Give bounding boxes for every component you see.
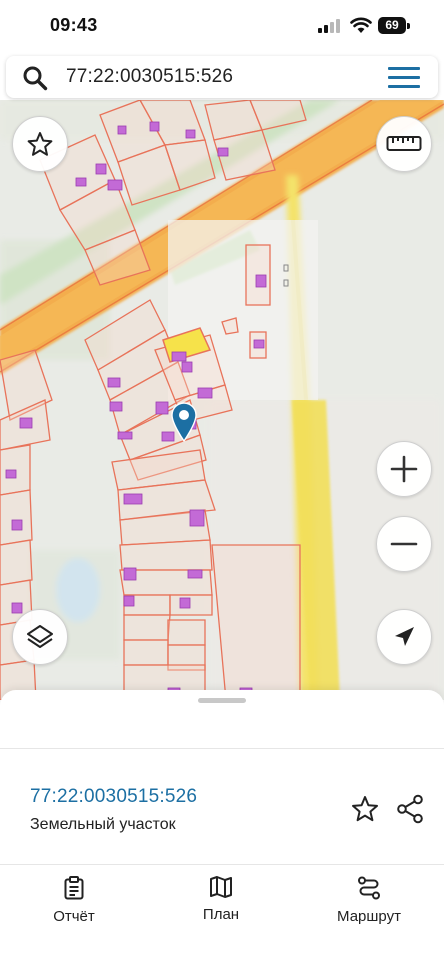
my-location-button[interactable]: [376, 609, 432, 665]
search-bar[interactable]: 77:22:0030515:526: [6, 56, 438, 98]
battery-level: 69: [385, 18, 399, 32]
ruler-button[interactable]: [376, 116, 432, 172]
tab-plan-label: План: [202, 906, 240, 923]
zoom-out-icon: [390, 542, 418, 546]
star-icon: [27, 132, 53, 156]
star-icon[interactable]: [350, 794, 380, 824]
map-plan-icon: [210, 876, 232, 898]
zoom-out-button[interactable]: [376, 516, 432, 572]
share-icon[interactable]: [396, 794, 424, 824]
sheet-drag-handle[interactable]: [198, 698, 246, 703]
ruler-icon: [386, 136, 422, 151]
layers-icon: [27, 625, 53, 648]
tab-route-label: Маршрут: [337, 908, 401, 925]
route-icon: [358, 876, 380, 900]
tab-report-label: Отчёт: [53, 908, 95, 925]
wifi-icon: [350, 17, 372, 33]
search-icon[interactable]: [22, 65, 48, 91]
layers-button[interactable]: [12, 609, 68, 665]
status-bar: 09:43 69: [0, 0, 444, 52]
report-clipboard-icon: [64, 876, 84, 900]
favorite-map-button[interactable]: [12, 116, 68, 172]
parcel-info-sheet[interactable]: 77:22:0030515:526 Земельный участок Отчё…: [0, 690, 444, 960]
divider: [0, 864, 444, 865]
status-time: 09:43: [50, 15, 98, 35]
parcel-cadastral-number[interactable]: 77:22:0030515:526: [30, 786, 197, 808]
hamburger-menu-icon[interactable]: [388, 67, 420, 89]
zoom-in-icon: [390, 455, 418, 483]
tab-report[interactable]: Отчёт: [19, 876, 129, 932]
divider: [0, 748, 444, 749]
cadastral-map[interactable]: [0, 100, 444, 700]
locate-arrow-icon: [395, 627, 414, 646]
zoom-in-button[interactable]: [376, 441, 432, 497]
tab-route[interactable]: Маршрут: [314, 876, 424, 932]
cellular-signal-icon: [318, 19, 340, 33]
battery-indicator: 69: [378, 17, 410, 34]
search-input[interactable]: 77:22:0030515:526: [66, 66, 233, 88]
map-canvas[interactable]: [0, 100, 444, 700]
location-pin-icon[interactable]: [170, 402, 198, 442]
parcel-type-label: Земельный участок: [30, 816, 176, 833]
tab-plan[interactable]: План: [166, 876, 276, 932]
